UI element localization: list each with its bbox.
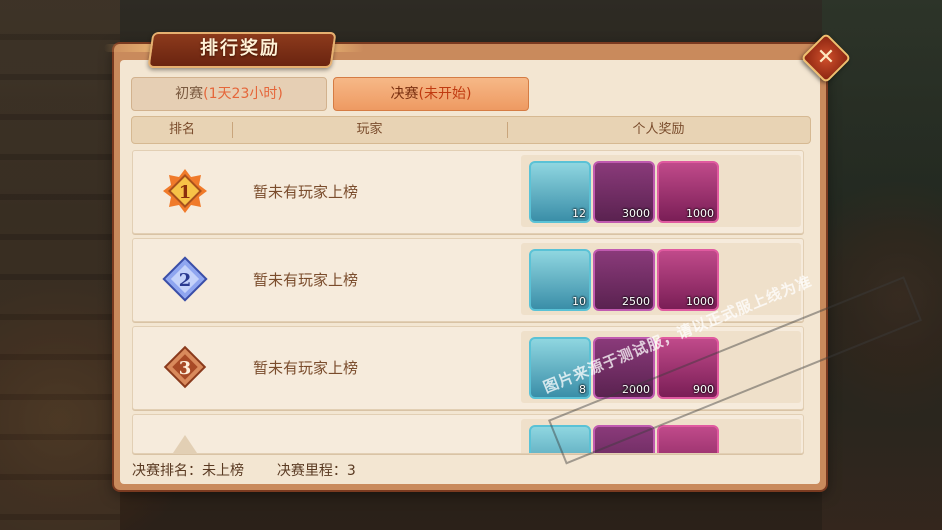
reward-list: 12 3000 1000 <box>521 155 801 227</box>
final-rank-value: 未上榜 <box>202 463 244 479</box>
column-header-reward: 个人奖励 <box>632 122 685 137</box>
rank-1-gold-badge-icon: 1 <box>163 169 207 213</box>
player-name: 暂未有玩家上榜 <box>253 183 359 201</box>
final-mileage-value: 3 <box>346 463 356 479</box>
player-name: 暂未有玩家上榜 <box>253 271 359 289</box>
tab-status: (1天23小时) <box>203 86 283 102</box>
item-count: 1000 <box>686 295 714 308</box>
treasure-chest-icon[interactable]: 12 <box>529 161 591 223</box>
column-header-player: 玩家 <box>356 122 383 137</box>
orb-icon[interactable] <box>657 425 719 453</box>
close-icon[interactable]: ✕ <box>808 40 844 76</box>
player-name: 暂未有玩家上榜 <box>253 359 359 377</box>
rank-badge-icon <box>173 435 197 453</box>
anchor-coin-icon[interactable]: 3000 <box>593 161 655 223</box>
rank-3-bronze-badge-icon: 3 <box>163 345 207 389</box>
panel-title: 排行奖励 <box>200 38 280 59</box>
orb-icon[interactable]: 1000 <box>657 161 719 223</box>
table-row <box>132 414 804 454</box>
item-count: 10 <box>572 295 586 308</box>
anchor-coin-icon[interactable]: 2500 <box>593 249 655 311</box>
background-left-menu <box>0 0 120 530</box>
final-mileage-label: 决赛里程： <box>276 463 347 479</box>
title-wing-left <box>104 44 156 52</box>
item-count: 3000 <box>622 207 650 220</box>
tab-preliminary[interactable]: 初赛(1天23小时) <box>131 77 327 111</box>
svg-text:1: 1 <box>179 182 192 203</box>
rank-2-silver-badge-icon: 2 <box>162 256 208 302</box>
table-row: 2 暂未有玩家上榜 10 2500 1000 <box>132 238 804 322</box>
svg-text:2: 2 <box>179 270 192 291</box>
tab-final[interactable]: 决赛(未开始) <box>333 77 529 111</box>
item-count: 1000 <box>686 207 714 220</box>
column-header-rank: 排名 <box>168 122 195 137</box>
table-row: 1 暂未有玩家上榜 12 3000 1000 <box>132 150 804 234</box>
background-right-scene <box>822 0 942 530</box>
treasure-chest-icon[interactable]: 10 <box>529 249 591 311</box>
svg-text:3: 3 <box>179 358 192 379</box>
item-count: 2500 <box>622 295 650 308</box>
table-header: 排名 玩家 个人奖励 <box>131 116 811 144</box>
tab-label: 决赛 <box>390 86 419 102</box>
item-count: 12 <box>572 207 586 220</box>
final-rank-label: 决赛排名： <box>132 463 202 479</box>
tab-label: 初赛 <box>175 86 204 102</box>
final-status-footer: 决赛排名：未上榜 决赛里程：3 <box>132 460 356 480</box>
orb-icon[interactable]: 1000 <box>657 249 719 311</box>
item-count: 8 <box>579 383 586 396</box>
tab-status: (未开始) <box>418 86 472 102</box>
